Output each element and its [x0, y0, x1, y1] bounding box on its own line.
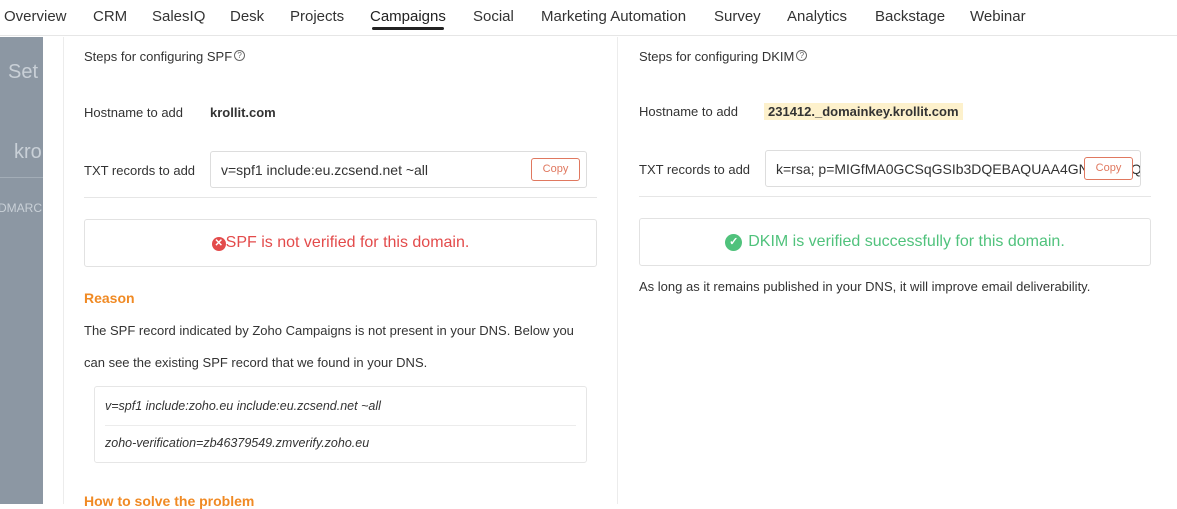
- spf-txt-label: TXT records to add: [84, 163, 196, 178]
- backdrop-title-fragment: Set: [8, 61, 39, 83]
- reason-heading: Reason: [84, 290, 135, 306]
- dkim-status-box: ✓ DKIM is verified successfully for this …: [639, 218, 1151, 266]
- page-backdrop-overlay: Set kro DMARC: [0, 37, 43, 504]
- help-icon[interactable]: ?: [234, 50, 246, 61]
- dkim-copy-button[interactable]: Copy: [1084, 157, 1133, 180]
- dkim-txt-label: TXT records to add: [639, 162, 751, 177]
- nav-marketing-automation[interactable]: Marketing Automation: [541, 8, 686, 25]
- error-icon: ✕: [211, 237, 226, 251]
- dkim-heading: Steps for configuring DKIM?: [639, 49, 808, 64]
- nav-webinar[interactable]: Webinar: [970, 8, 1026, 25]
- dkim-note: As long as it remains published in your …: [639, 279, 1091, 294]
- reason-paragraph: The SPF record indicated by Zoho Campaig…: [84, 315, 604, 379]
- existing-spf-records: v=spf1 include:zoho.eu include:eu.zcsend…: [94, 386, 587, 463]
- dkim-heading-text: Steps for configuring DKIM: [639, 49, 795, 64]
- spf-copy-button[interactable]: Copy: [531, 158, 580, 181]
- existing-record: v=spf1 include:zoho.eu include:eu.zcsend…: [105, 399, 381, 413]
- reason-line-1: The SPF record indicated by Zoho Campaig…: [84, 323, 574, 338]
- help-icon[interactable]: ?: [796, 50, 808, 61]
- dkim-divider: [639, 196, 1151, 197]
- solve-heading: How to solve the problem: [84, 493, 255, 509]
- backdrop-tab-fragment: DMARC: [0, 201, 42, 215]
- nav-salesiq[interactable]: SalesIQ: [152, 8, 205, 25]
- spf-hostname-value: krollit.com: [210, 105, 276, 120]
- nav-crm[interactable]: CRM: [93, 8, 127, 25]
- nav-campaigns[interactable]: Campaigns: [370, 8, 446, 25]
- existing-record: zoho-verification=zb46379549.zmverify.zo…: [105, 436, 370, 450]
- spf-status-text: SPF is not verified for this domain.: [225, 234, 470, 251]
- dkim-txt-record-field[interactable]: k=rsa; p=MIGfMA0GCSqGSIb3DQEBAQUAA4GNADC…: [765, 150, 1141, 187]
- spf-status-box: ✕ SPF is not verified for this domain.: [84, 219, 597, 267]
- reason-line-2: can see the existing SPF record that we …: [84, 355, 428, 370]
- nav-backstage[interactable]: Backstage: [875, 8, 945, 25]
- nav-analytics[interactable]: Analytics: [787, 8, 847, 25]
- spf-divider: [84, 197, 597, 198]
- spf-txt-value: v=spf1 include:eu.zcsend.net ~all: [221, 162, 429, 178]
- spf-heading: Steps for configuring SPF?: [84, 49, 246, 64]
- panel-left-border: [63, 37, 64, 504]
- nav-projects[interactable]: Projects: [290, 8, 344, 25]
- nav-overview[interactable]: Overview: [4, 8, 67, 25]
- spf-txt-record-field[interactable]: v=spf1 include:eu.zcsend.net ~all Copy: [210, 151, 587, 188]
- spf-heading-text: Steps for configuring SPF: [84, 49, 233, 64]
- check-circle-icon: ✓: [725, 234, 743, 251]
- nav-social[interactable]: Social: [473, 8, 514, 25]
- column-divider: [617, 37, 618, 504]
- record-divider: [105, 425, 576, 426]
- active-tab-indicator: [372, 27, 444, 30]
- top-nav: Overview CRM SalesIQ Desk Projects Campa…: [0, 0, 1177, 36]
- backdrop-divider: [0, 177, 43, 178]
- backdrop-domain-fragment: kro: [14, 141, 42, 163]
- nav-survey[interactable]: Survey: [714, 8, 761, 25]
- nav-desk[interactable]: Desk: [230, 8, 264, 25]
- spf-hostname-label: Hostname to add: [84, 105, 184, 120]
- dkim-hostname-value: 231412._domainkey.krollit.com: [764, 103, 963, 120]
- dkim-hostname-label: Hostname to add: [639, 104, 739, 119]
- dkim-status-text: DKIM is verified successfully for this d…: [748, 233, 1065, 250]
